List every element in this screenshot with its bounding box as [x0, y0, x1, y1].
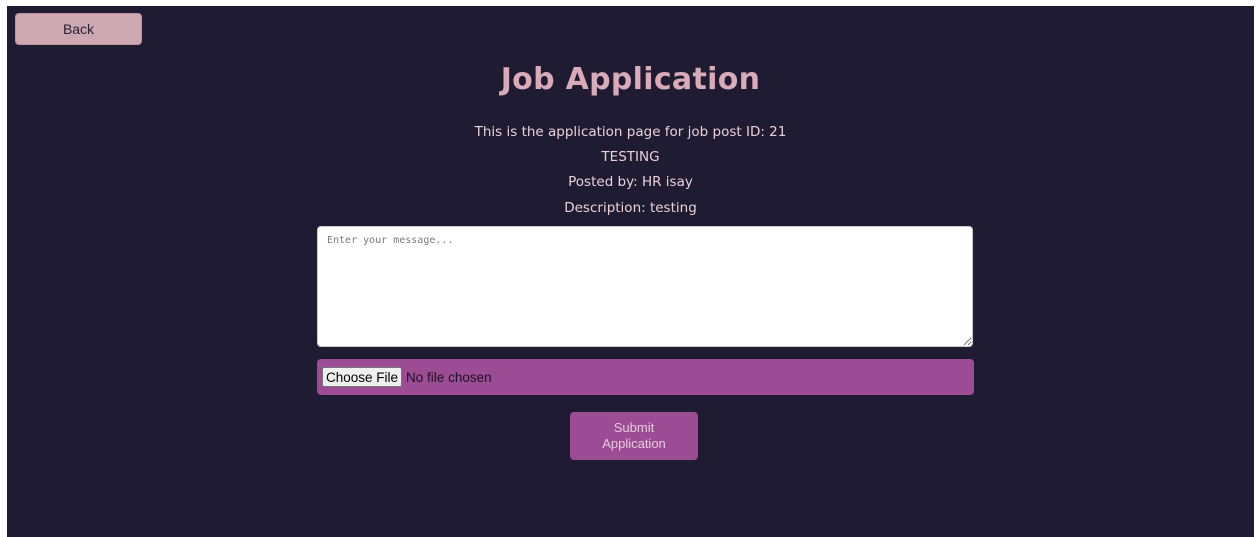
file-upload-bar: Choose File No file chosen — [317, 359, 974, 395]
job-title-text: TESTING — [601, 149, 660, 165]
back-button-label: Back — [62, 21, 95, 37]
file-status-text: No file chosen — [406, 369, 492, 385]
job-post-id-text: This is the application page for job pos… — [474, 124, 787, 140]
message-textarea[interactable] — [317, 226, 973, 347]
submit-label-line2: Application — [602, 436, 666, 451]
posted-by-text: Posted by: HR isay — [568, 174, 693, 190]
back-button[interactable]: Back — [15, 13, 142, 45]
page-title: Job Application — [500, 62, 761, 97]
description-text: Description: testing — [564, 200, 697, 216]
choose-file-button[interactable]: Choose File — [322, 367, 403, 387]
page-frame: Back Job Application This is the applica… — [7, 6, 1254, 537]
submit-label-line1: Submit — [613, 420, 655, 435]
submit-application-button[interactable]: Submit Application — [570, 412, 698, 460]
